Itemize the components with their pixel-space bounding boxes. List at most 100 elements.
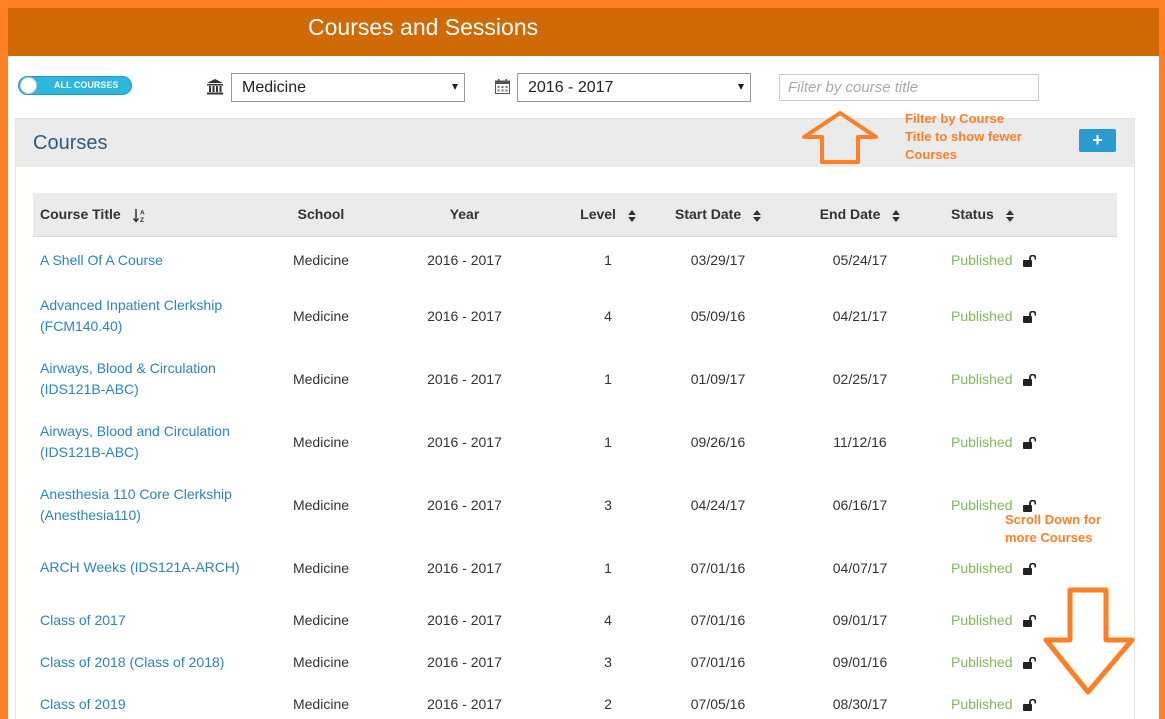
course-title-link[interactable]: Anesthesia 110 Core Clerkship (Anesthesi… [40,484,250,526]
sort-icon [1005,209,1014,222]
page-header: Courses and Sessions [8,8,1159,56]
column-header-school[interactable]: School [278,193,364,237]
course-title-cell: Class of 2019 [33,683,278,719]
year-cell: 2016 - 2017 [427,696,502,712]
school-select[interactable]: Medicine [231,73,465,102]
level-cell: 1 [604,370,612,387]
table-row: Airways, Blood and Circulation (IDS121B-… [33,410,1117,473]
end-date-cell: 06/16/17 [832,496,888,513]
table-row: A Shell Of A Course Medicine 2016 - 2017 1 0… [33,236,1117,284]
annotation-line: more Courses [1005,530,1093,545]
svg-text:Z: Z [140,217,144,223]
column-header-label: End Date [819,206,881,223]
toggle-label: ALL COURSES [54,80,119,90]
level-cell: 1 [604,559,612,576]
course-title-cell: Airways, Blood & Circulation (IDS121B-AB… [33,347,278,410]
school-cell: Medicine [292,307,350,324]
app-frame: Courses and Sessions ALL COURSES Medicin… [8,8,1159,719]
course-title-cell: Advanced Inpatient Clerkship (FCM140.40) [33,284,278,347]
status-badge: Published [951,496,1013,513]
column-header-status[interactable]: Status [935,193,1117,237]
column-header-year[interactable]: Year [364,193,565,237]
status-badge: Published [951,559,1013,576]
unlock-icon[interactable] [1022,562,1036,575]
school-cell: Medicine [292,252,350,269]
institution-icon [207,79,223,95]
unlock-icon[interactable] [1022,699,1036,711]
end-date-cell: 05/24/17 [832,252,888,269]
column-header-end-date[interactable]: End Date [785,193,935,237]
table-row: ARCH Weeks (IDS121A-ARCH) Medicine 2016 - … [33,536,1117,599]
year-cell: 2016 - 2017 [427,612,502,628]
unlock-icon[interactable] [1022,499,1036,512]
start-date-cell: 01/09/17 [690,370,746,387]
unlock-icon[interactable] [1022,657,1036,669]
chevron-down-icon [452,84,458,90]
column-header-course-title[interactable]: Course Title A Z [33,193,278,237]
course-title-link[interactable]: Advanced Inpatient Clerkship (FCM140.40) [40,295,250,337]
column-header-start-date[interactable]: Start Date [651,193,785,237]
school-cell: Medicine [292,370,350,387]
status-badge: Published [951,654,1013,670]
sort-icon [753,209,762,222]
up-arrow-annotation [802,111,878,164]
column-header-label: Level [580,206,616,223]
end-date-cell: 09/01/16 [832,654,888,670]
unlock-icon[interactable] [1022,615,1036,627]
table-header-row: Course Title A Z School Year Level Start… [33,193,1117,237]
end-date-cell: 11/12/16 [833,433,887,450]
start-date-cell: 07/01/16 [690,559,746,576]
start-date-cell: 03/29/17 [690,252,746,269]
table-row: Class of 2019 Medicine 2016 - 2017 2 07/05/1… [33,683,1117,719]
year-select[interactable]: 2016 - 2017 [517,73,751,102]
course-title-filter-input[interactable] [779,74,1039,101]
end-date-cell: 04/07/17 [832,559,888,576]
column-header-label: School [297,206,345,223]
year-cell: 2016 - 2017 [427,496,502,513]
level-cell: 4 [604,307,612,324]
add-course-button[interactable]: + [1079,129,1116,152]
status-cell: Published [935,284,1117,347]
course-title-link[interactable]: ARCH Weeks (IDS121A-ARCH) [40,557,250,578]
course-title-cell: Airways, Blood and Circulation (IDS121B-… [33,410,278,473]
down-arrow-annotation [1043,587,1135,695]
course-title-cell: ARCH Weeks (IDS121A-ARCH) [33,536,278,599]
end-date-cell: 04/21/17 [832,307,888,324]
unlock-icon[interactable] [1022,436,1036,449]
courses-panel-title: Courses [33,132,108,154]
unlock-icon[interactable] [1022,310,1036,323]
scroll-annotation: Scroll Down for more Courses [1005,511,1101,547]
course-title-link[interactable]: Class of 2019 [40,694,250,715]
page-title: Courses and Sessions [308,14,539,40]
column-header-level[interactable]: Level [565,193,651,237]
courses-table: Course Title A Z School Year Level Start… [33,193,1117,719]
sort-icon [892,209,901,222]
course-title-link[interactable]: Class of 2017 [40,610,250,631]
course-title-link[interactable]: A Shell Of A Course [40,250,250,271]
column-header-label: Status [951,206,994,223]
level-cell: 1 [604,433,612,450]
status-badge: Published [951,252,1013,269]
column-header-label: Course Title [40,205,121,222]
school-cell: Medicine [292,612,350,628]
annotation-line: Scroll Down for [1005,512,1102,527]
course-title-link[interactable]: Airways, Blood and Circulation (IDS121B-… [40,421,250,463]
status-cell: Published [935,236,1117,284]
year-cell: 2016 - 2017 [427,433,502,450]
school-cell: Medicine [292,496,350,513]
school-cell: Medicine [292,696,350,712]
table-row: Airways, Blood & Circulation (IDS121B-AB… [33,347,1117,410]
start-date-cell: 04/24/17 [690,496,746,513]
column-header-label: Start Date [674,206,742,223]
table-row: Anesthesia 110 Core Clerkship (Anesthesi… [33,473,1117,536]
filter-annotation: Filter by Course Title to show fewer Cou… [905,110,1022,164]
annotation-line: Courses [905,147,958,162]
end-date-cell: 08/30/17 [832,696,888,712]
course-title-link[interactable]: Airways, Blood & Circulation (IDS121B-AB… [40,358,250,400]
course-title-cell: Class of 2017 [33,599,278,641]
unlock-icon[interactable] [1022,255,1036,268]
all-courses-toggle[interactable]: ALL COURSES [18,76,132,95]
unlock-icon[interactable] [1022,373,1036,386]
course-title-link[interactable]: Class of 2018 (Class of 2018) [40,652,250,673]
table-row: Advanced Inpatient Clerkship (FCM140.40)… [33,284,1117,347]
